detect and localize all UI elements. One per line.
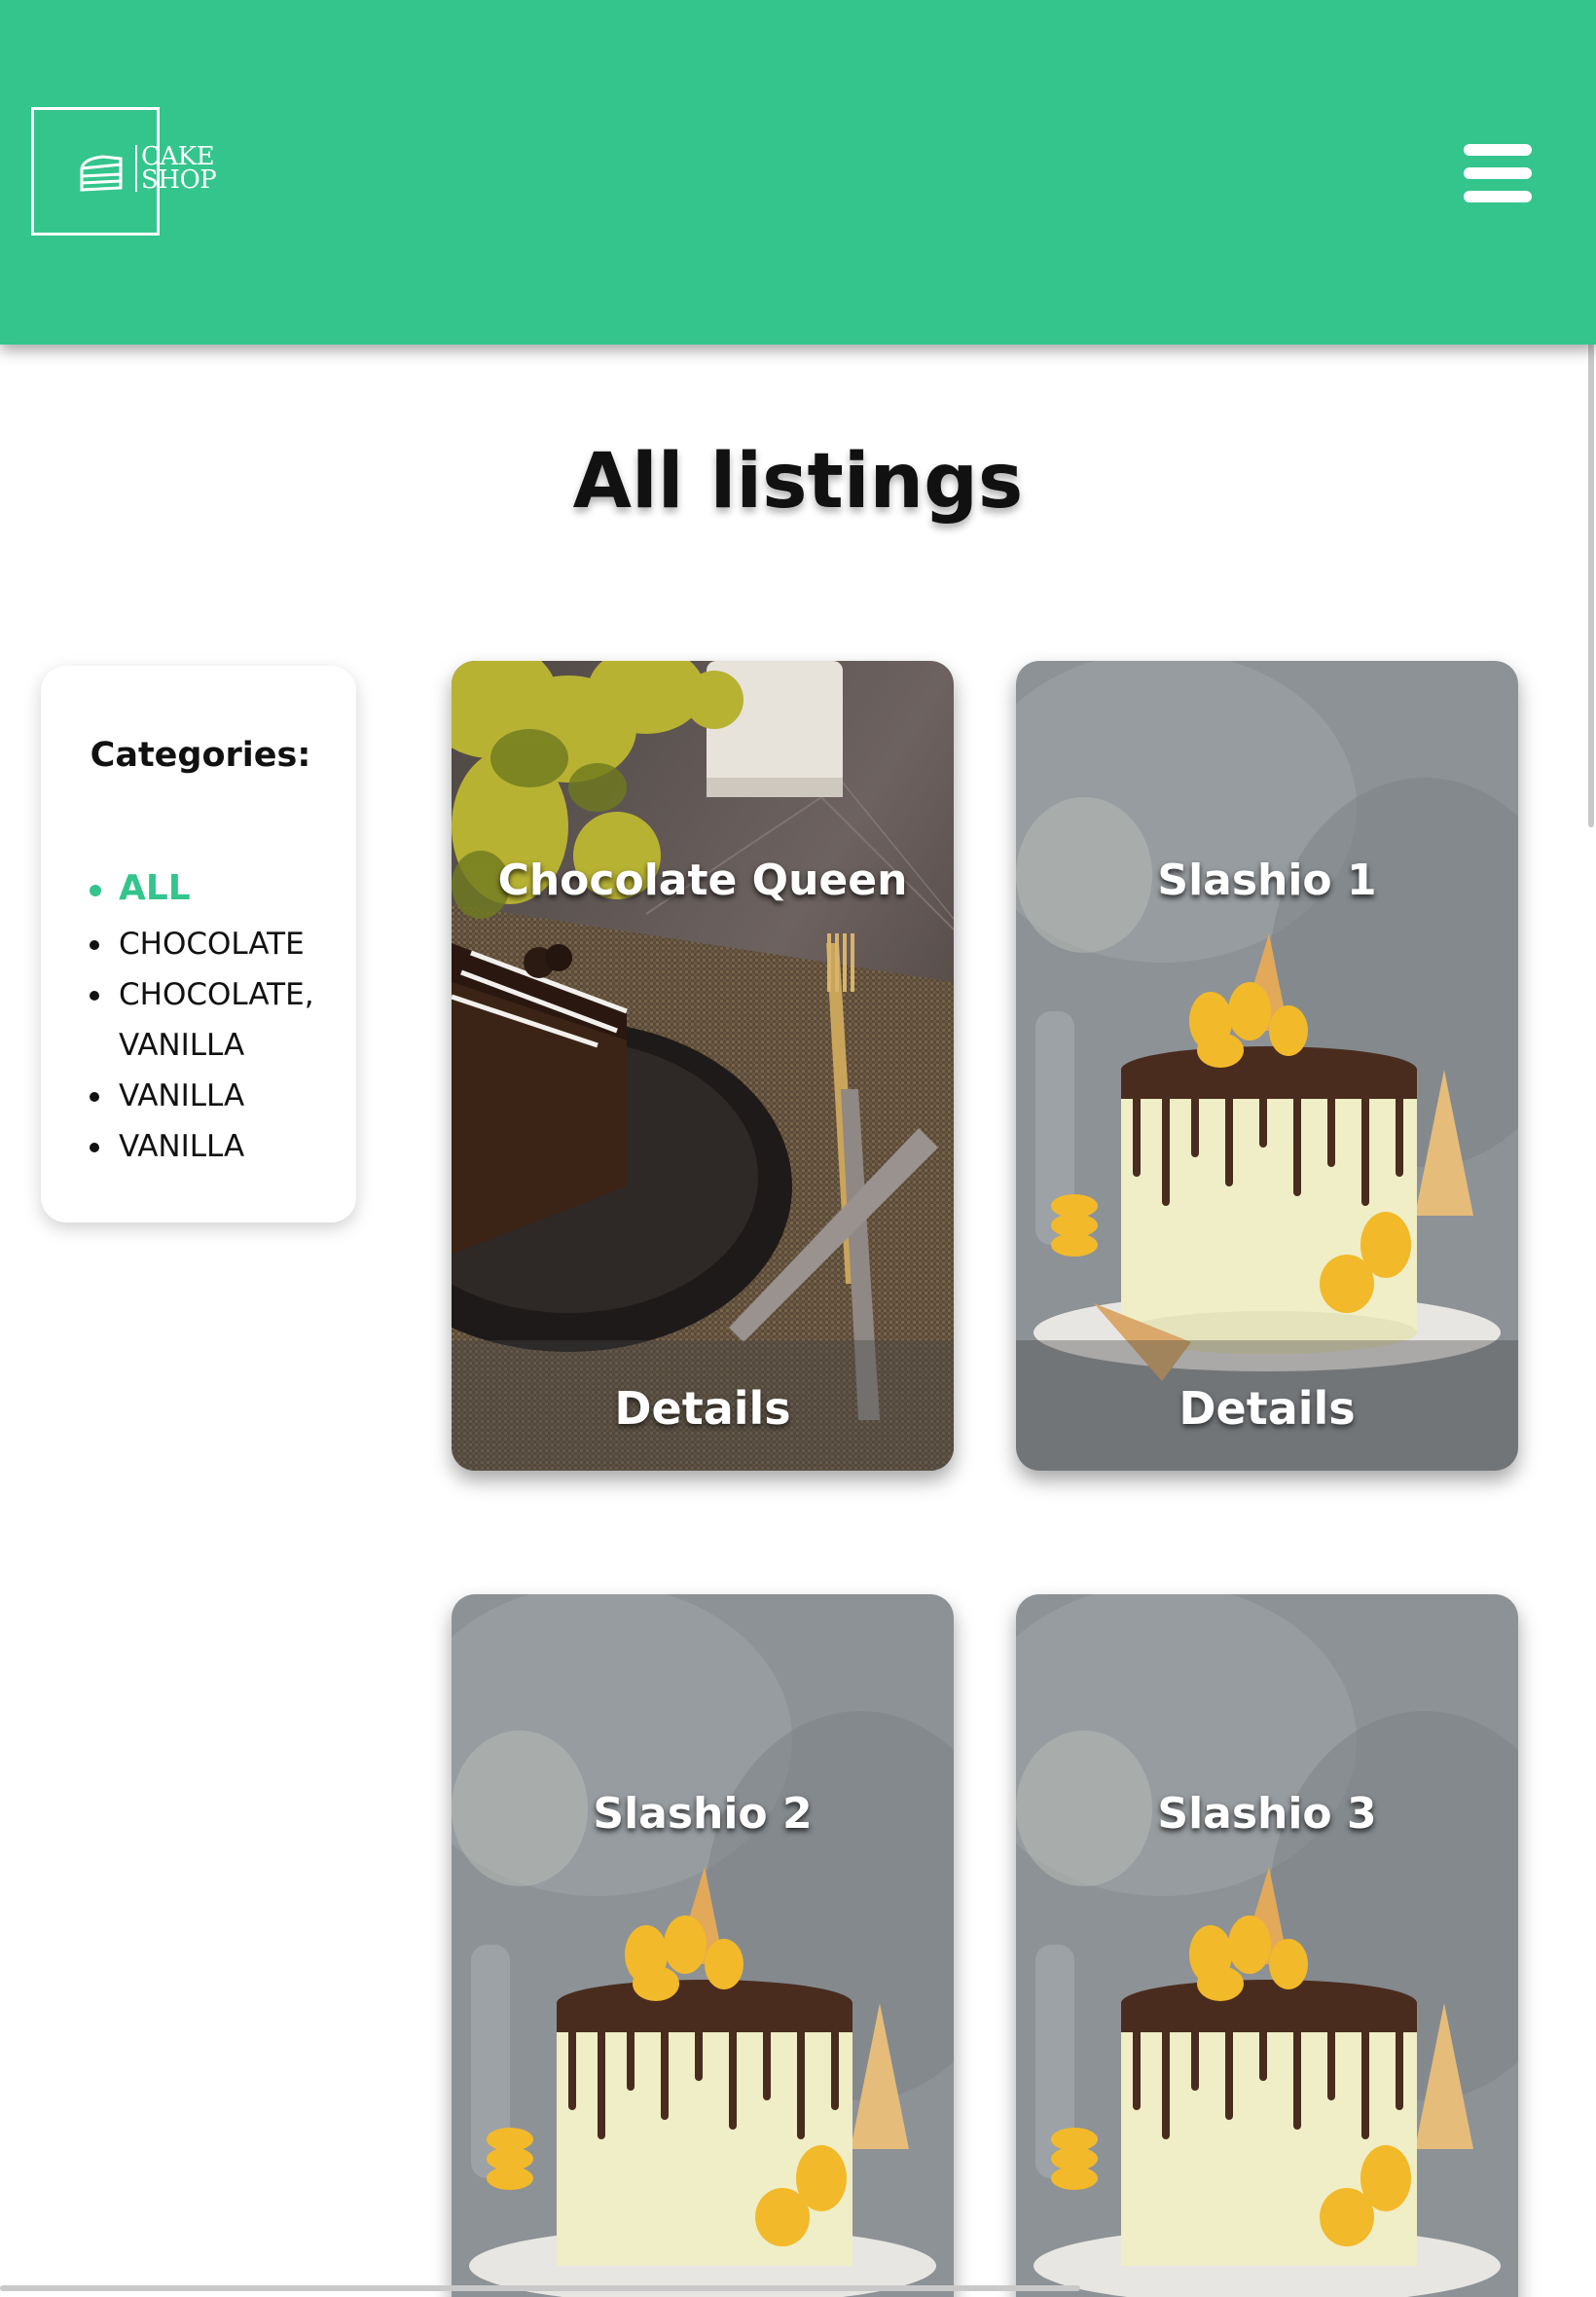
menu-bar [1464, 167, 1532, 179]
menu-bar [1464, 144, 1532, 156]
category-label-part-2: VANILLA [119, 1028, 245, 1063]
logo-line-2: SHOP [141, 165, 217, 195]
category-chocolate-vanilla[interactable]: CHOCOLATE, VANILLA [90, 969, 329, 1071]
cake-shop-logo[interactable]: CAKE SHOP [31, 107, 217, 236]
listing-title: Slashio 2 [593, 1789, 813, 1839]
page: CAKE SHOP All listings Categories: ALL C… [0, 0, 1596, 2297]
details-button[interactable]: Details [1016, 1340, 1518, 1471]
site-header: CAKE SHOP [0, 0, 1596, 345]
page-title: All listings [572, 438, 1024, 526]
category-chocolate[interactable]: CHOCOLATE [90, 919, 329, 969]
categories-panel: Categories: ALL CHOCOLATE CHOCOLATE, VAN… [41, 666, 356, 1222]
menu-bar [1464, 191, 1532, 202]
listing-title: Chocolate Queen [497, 856, 908, 905]
category-vanilla[interactable]: VANILLA [90, 1071, 329, 1121]
logo-wordmark: CAKE SHOP [135, 144, 217, 195]
details-button[interactable]: Details [452, 1340, 954, 1471]
cake-slice-icon [80, 155, 123, 192]
drip-cake-photo [452, 1594, 954, 2297]
listing-card[interactable]: Slashio 2 [452, 1594, 954, 2297]
horizontal-scrollbar[interactable] [0, 2285, 1080, 2291]
listing-title: Slashio 1 [1157, 856, 1377, 905]
listing-card[interactable]: Slashio 1 Details [1016, 661, 1518, 1471]
categories-heading: Categories: [90, 736, 311, 775]
category-label-part-1: CHOCOLATE, [119, 977, 314, 1012]
listing-card[interactable]: Chocolate Queen Details [452, 661, 954, 1471]
category-vanilla[interactable]: VANILLA [90, 1121, 329, 1172]
listing-title: Slashio 3 [1157, 1789, 1377, 1839]
category-all[interactable]: ALL [90, 858, 329, 919]
categories-list: ALL CHOCOLATE CHOCOLATE, VANILLA VANILLA… [90, 858, 329, 1172]
listing-card[interactable]: Slashio 3 [1016, 1594, 1518, 2297]
hamburger-menu-icon[interactable] [1456, 134, 1536, 208]
drip-cake-photo [1016, 1594, 1518, 2297]
